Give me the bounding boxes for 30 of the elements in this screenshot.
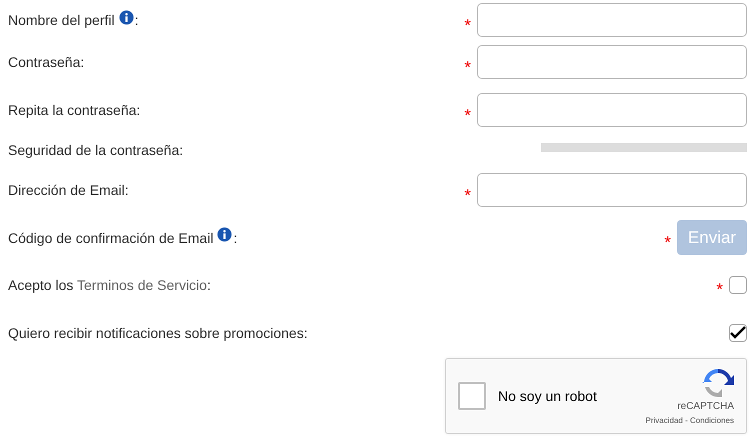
privacy-terms-links[interactable]: Privacidad - Condiciones bbox=[646, 416, 734, 425]
input-field[interactable] bbox=[477, 3, 747, 37]
field-label: Nombre del perfil bbox=[8, 11, 115, 30]
field-label: Acepto los Terminos de Servicio: bbox=[8, 276, 211, 294]
field-label: Código de confirmación de Email bbox=[8, 228, 214, 248]
required-mark: * bbox=[464, 186, 471, 204]
checkbox[interactable] bbox=[729, 324, 747, 342]
captcha-label: No soy un robot bbox=[498, 388, 598, 404]
input-field[interactable] bbox=[477, 173, 747, 207]
checkbox[interactable] bbox=[729, 276, 747, 294]
recaptcha-brand: reCAPTCHA bbox=[677, 401, 734, 412]
field-label: Dirección de Email: bbox=[8, 181, 129, 200]
captcha-checkbox[interactable] bbox=[458, 382, 486, 410]
required-mark: * bbox=[464, 58, 471, 76]
input-field[interactable] bbox=[477, 93, 747, 127]
checkmark-icon bbox=[730, 326, 746, 340]
colon-text: : bbox=[233, 228, 238, 248]
required-mark: * bbox=[716, 281, 723, 298]
terms-link[interactable]: Terminos de Servicio bbox=[77, 276, 207, 292]
input-field[interactable] bbox=[477, 45, 747, 79]
info-icon[interactable] bbox=[118, 10, 134, 24]
field-label: Quiero recibir notificaciones sobre promociones: bbox=[8, 324, 308, 343]
recaptcha-logo-icon bbox=[702, 367, 734, 399]
field-label: Contraseña: bbox=[8, 53, 84, 72]
field-label: Seguridad de la contraseña: bbox=[8, 141, 184, 160]
required-mark: * bbox=[464, 106, 471, 124]
field-label: Repita la contraseña: bbox=[8, 101, 140, 120]
required-mark: * bbox=[464, 16, 471, 34]
required-mark: * bbox=[664, 234, 671, 251]
colon-text: : bbox=[134, 11, 138, 30]
